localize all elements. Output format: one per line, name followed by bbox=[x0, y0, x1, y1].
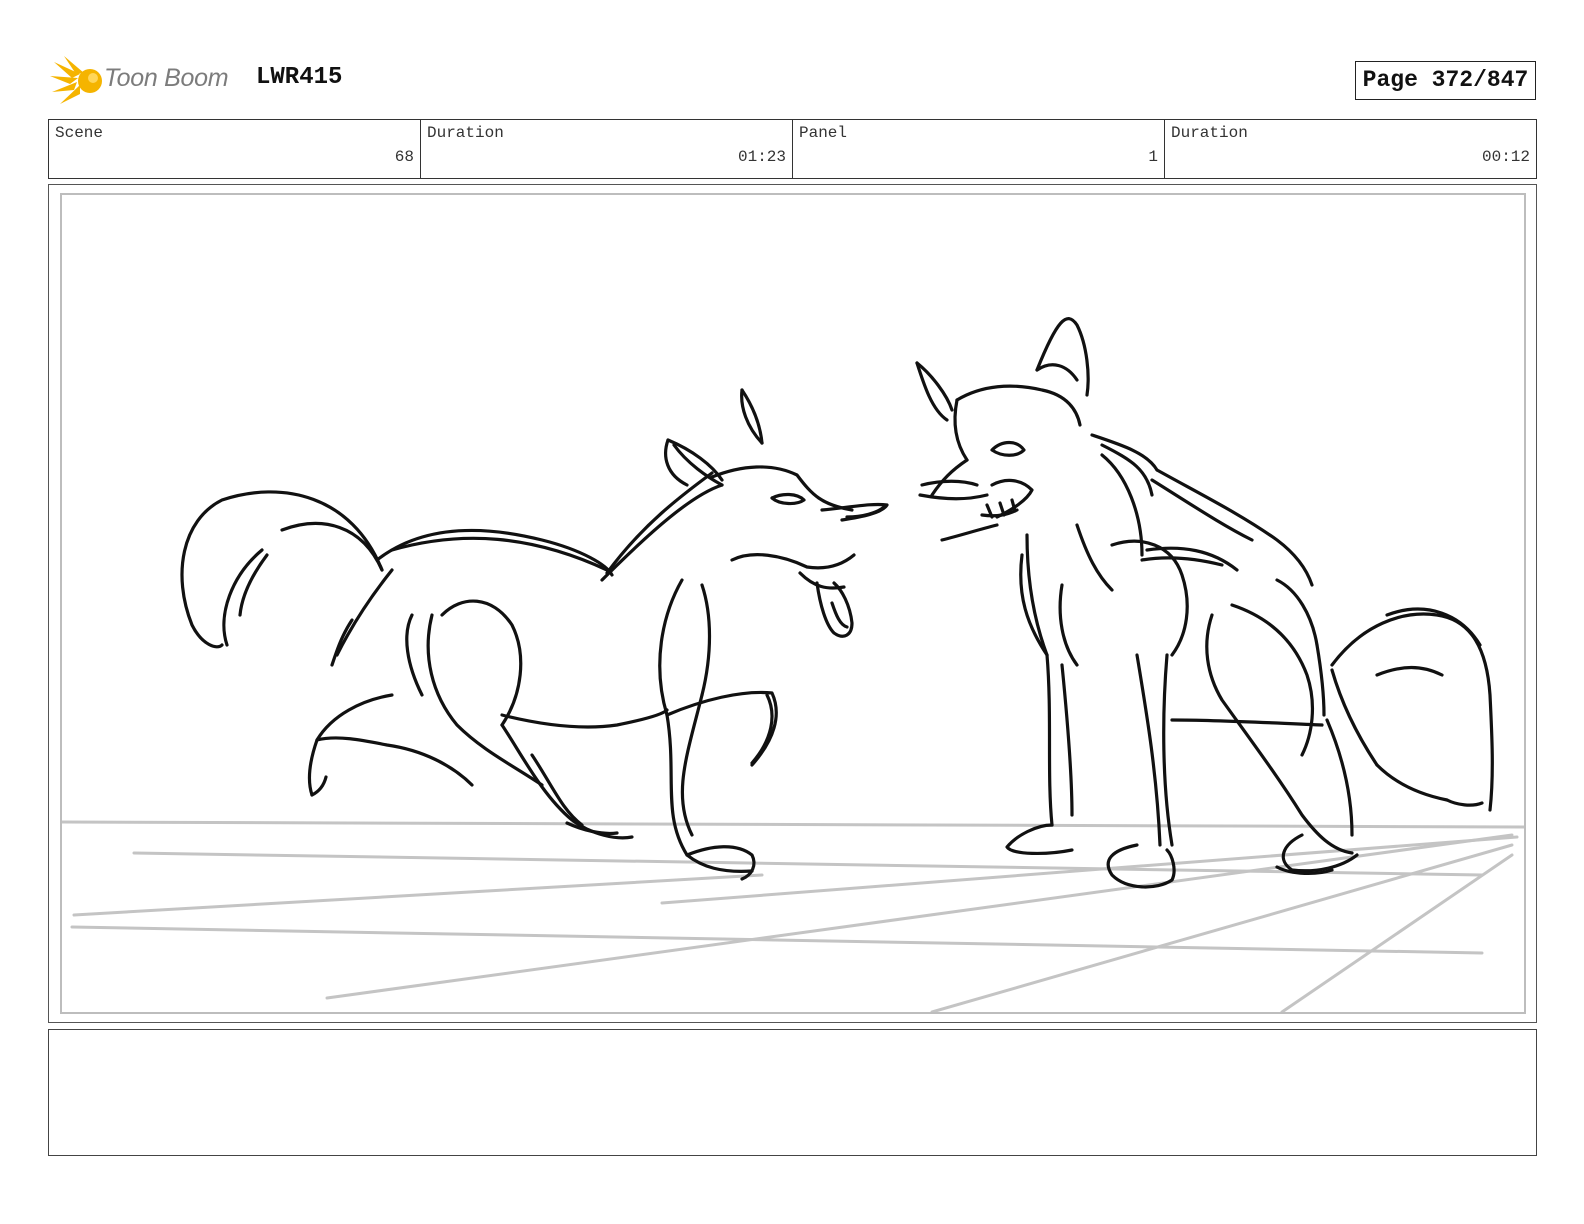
panel-value: 1 bbox=[1148, 148, 1158, 166]
panel-duration-cell: Duration 00:12 bbox=[1165, 120, 1536, 178]
storyboard-panel bbox=[60, 193, 1526, 1014]
toon-boom-logo: Toon Boom bbox=[50, 54, 240, 108]
panel-label: Panel bbox=[799, 124, 848, 142]
scene-value: 68 bbox=[394, 148, 414, 166]
page-number: Page 372/847 bbox=[1355, 61, 1536, 100]
scene-duration-label: Duration bbox=[427, 124, 504, 142]
panel-duration-label: Duration bbox=[1171, 124, 1248, 142]
brand-name: Toon Boom bbox=[104, 64, 229, 92]
project-code: LWR415 bbox=[256, 64, 343, 91]
floor-lines bbox=[62, 820, 1524, 1012]
storyboard-panel-frame bbox=[48, 184, 1537, 1023]
panel-notes-box bbox=[48, 1029, 1537, 1156]
scene-info-bar: Scene 68 Duration 01:23 Panel 1 Duration… bbox=[48, 119, 1537, 179]
scene-duration-cell: Duration 01:23 bbox=[421, 120, 793, 178]
left-dog-sketch bbox=[180, 388, 889, 881]
toon-boom-logo-icon bbox=[50, 56, 102, 104]
sketch-drawing bbox=[62, 317, 1524, 1012]
panel-duration-value: 00:12 bbox=[1481, 148, 1530, 166]
panel-cell: Panel 1 bbox=[793, 120, 1165, 178]
scene-label: Scene bbox=[55, 124, 104, 142]
right-dog-sketch bbox=[915, 317, 1494, 889]
scene-duration-value: 01:23 bbox=[737, 148, 786, 166]
scene-cell: Scene 68 bbox=[49, 120, 421, 178]
